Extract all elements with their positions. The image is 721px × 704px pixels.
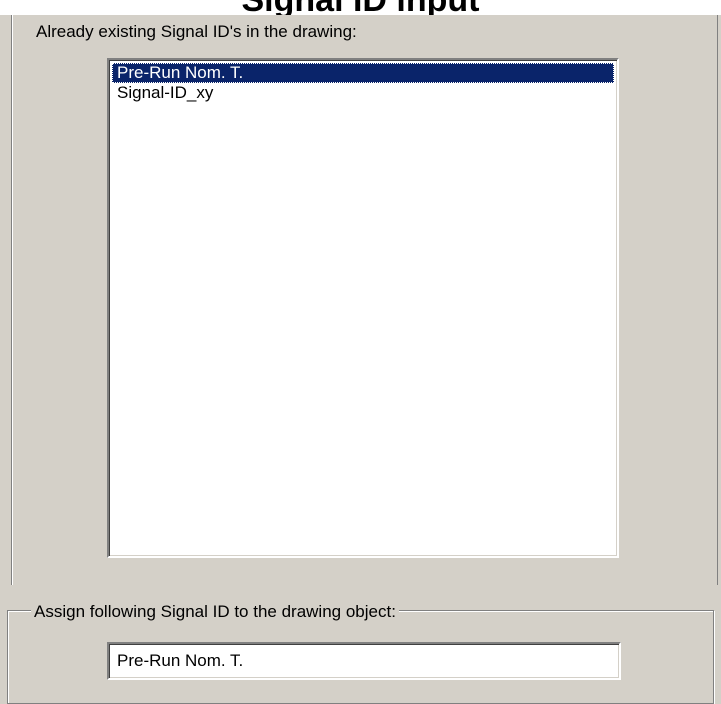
signal-id-listbox[interactable]: Pre-Run Nom. T. Signal-ID_xy (107, 58, 619, 558)
signal-id-input[interactable] (107, 642, 621, 680)
list-item-pre-run-nom-t[interactable]: Pre-Run Nom. T. (112, 63, 614, 83)
assign-signal-label: Assign following Signal ID to the drawin… (31, 601, 399, 623)
list-item-signal-id-xy[interactable]: Signal-ID_xy (112, 83, 614, 103)
signal-id-dialog: Already existing Signal ID's in the draw… (0, 15, 721, 704)
existing-signals-label: Already existing Signal ID's in the draw… (35, 21, 358, 43)
